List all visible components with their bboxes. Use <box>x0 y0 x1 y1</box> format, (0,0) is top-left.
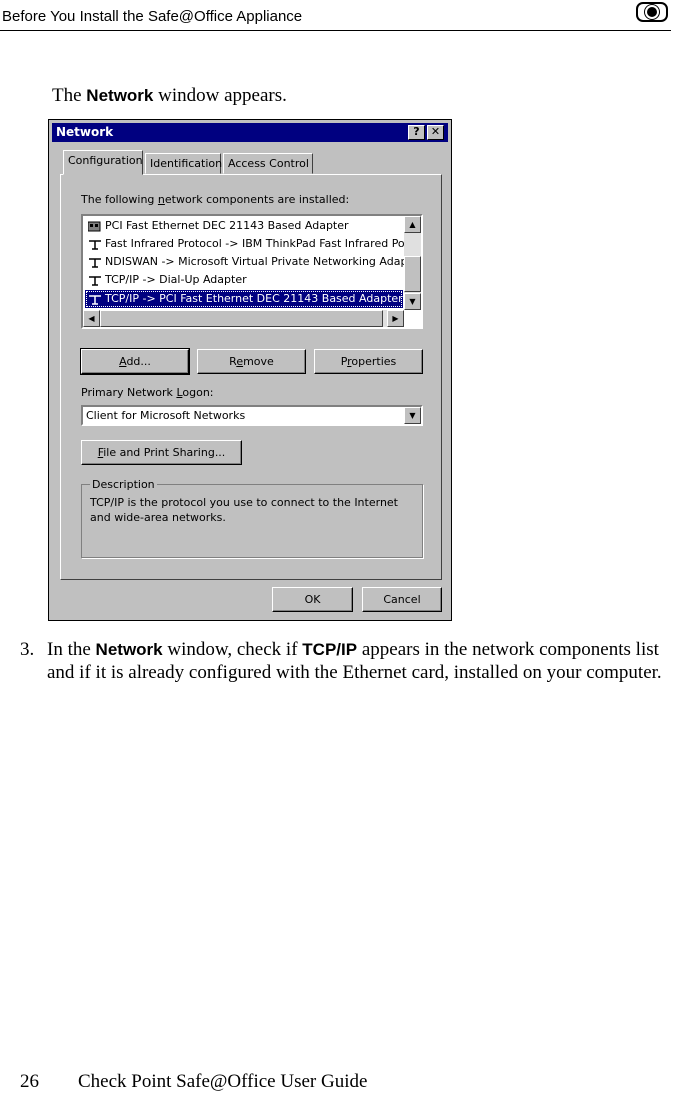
network-dialog: Network ? ✕ Configuration Identification… <box>48 119 452 621</box>
cancel-button[interactable]: Cancel <box>362 587 442 612</box>
protocol-icon <box>88 238 102 250</box>
horizontal-scrollbar[interactable]: ◀ ▶ <box>83 310 404 327</box>
footer-title: Check Point Safe@Office User Guide <box>78 1071 368 1092</box>
network-adapter-icon <box>87 220 102 232</box>
list-item[interactable]: TCP/IP -> Dial-Up Adapter <box>85 271 403 289</box>
scroll-up-icon[interactable]: ▲ <box>404 216 421 233</box>
scroll-left-icon[interactable]: ◀ <box>83 310 100 327</box>
step-number: 3. <box>20 639 35 660</box>
primary-logon-select[interactable]: Client for Microsoft Networks ▼ <box>81 405 423 426</box>
intro-text: The Network window appears. <box>52 85 287 106</box>
page-footer: 26 Check Point Safe@Office User Guide <box>20 1071 367 1093</box>
protocol-icon <box>88 293 102 305</box>
tab-identification[interactable]: Identification <box>145 153 222 174</box>
page-number: 26 <box>20 1071 39 1092</box>
chevron-down-icon[interactable]: ▼ <box>404 407 421 424</box>
tab-access-control[interactable]: Access Control <box>223 153 313 174</box>
scroll-thumb[interactable] <box>100 310 383 327</box>
description-text: TCP/IP is the protocol you use to connec… <box>90 496 398 524</box>
page-header: Before You Install the Safe@Office Appli… <box>0 0 671 31</box>
dialog-title-bar: Network ? ✕ <box>52 123 448 142</box>
list-item[interactable]: PCI Fast Ethernet DEC 21143 Based Adapte… <box>85 217 403 235</box>
description-label: Description <box>90 478 157 491</box>
components-list[interactable]: PCI Fast Ethernet DEC 21143 Based Adapte… <box>81 214 423 329</box>
components-label: The following network components are ins… <box>81 193 350 206</box>
header-title: Before You Install the Safe@Office Appli… <box>2 8 303 25</box>
properties-button[interactable]: Properties <box>314 349 423 374</box>
scroll-down-icon[interactable]: ▼ <box>404 293 421 310</box>
scroll-thumb[interactable] <box>404 256 421 292</box>
protocol-icon <box>88 256 102 268</box>
step-text: In the Network window, check if TCP/IP a… <box>47 639 662 683</box>
tab-configuration[interactable]: Configuration <box>63 150 143 175</box>
add-button[interactable]: Add... <box>80 348 190 375</box>
close-button[interactable]: ✕ <box>427 125 444 140</box>
help-button[interactable]: ? <box>408 125 425 140</box>
scroll-right-icon[interactable]: ▶ <box>387 310 404 327</box>
vertical-scrollbar[interactable]: ▲ ▼ <box>404 216 421 310</box>
list-item[interactable]: NDISWAN -> Microsoft Virtual Private Net… <box>85 253 421 271</box>
ok-button[interactable]: OK <box>272 587 353 612</box>
list-item[interactable]: Fast Infrared Protocol -> IBM ThinkPad F… <box>85 235 414 253</box>
checkpoint-logo-icon <box>636 2 668 22</box>
file-print-sharing-button[interactable]: File and Print Sharing... <box>81 440 242 465</box>
remove-button[interactable]: Remove <box>197 349 306 374</box>
description-group: Description TCP/IP is the protocol you u… <box>81 478 423 558</box>
logon-label: Primary Network Logon: <box>81 386 214 399</box>
dialog-title: Network <box>56 125 114 139</box>
protocol-icon <box>88 274 102 286</box>
list-item-selected[interactable]: TCP/IP -> PCI Fast Ethernet DEC 21143 Ba… <box>85 290 403 308</box>
